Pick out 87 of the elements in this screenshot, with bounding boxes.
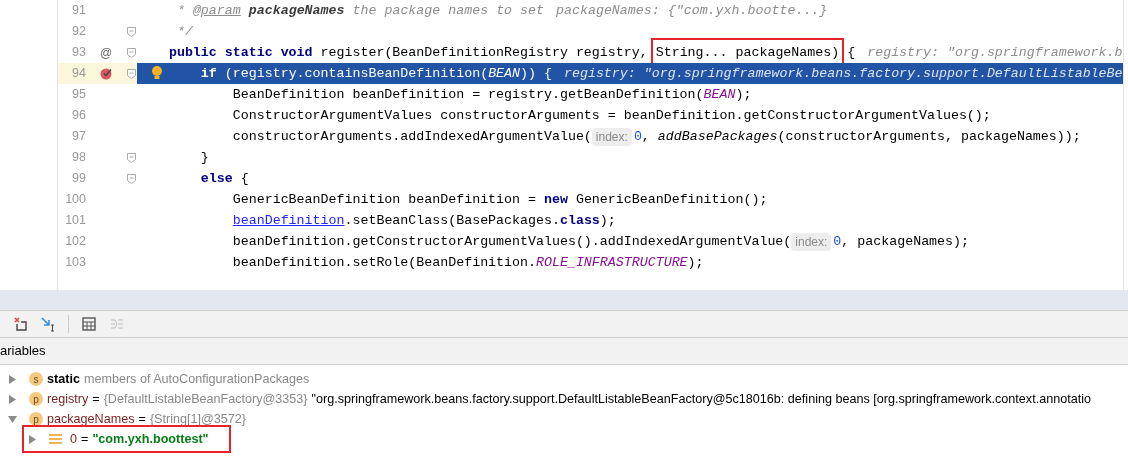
line-number: 93 xyxy=(71,44,86,62)
line-number: 103 xyxy=(64,254,86,272)
expanded-arrow-icon[interactable] xyxy=(8,414,17,424)
collapsed-arrow-icon[interactable] xyxy=(8,374,17,384)
variable-type-icon: p xyxy=(29,392,43,406)
variable-type: {String[1]@3572} xyxy=(149,410,246,428)
line-number: 102 xyxy=(64,233,86,251)
variable-type: {DefaultListableBeanFactory@3353} xyxy=(103,390,308,408)
code-token: beanDefinition.getConstructorArgumentValues().addIndexedArgumentValue( xyxy=(232,232,792,251)
code-token: else xyxy=(200,169,233,188)
variable-type-icon: s xyxy=(29,372,43,386)
code-token: } xyxy=(200,148,209,167)
code-token: packageNames xyxy=(248,1,345,20)
line-number: 98 xyxy=(71,149,86,167)
code-token: )) { xyxy=(520,64,552,83)
code-token: .setBeanClass(BasePackages. xyxy=(344,211,560,230)
variable-value: "org.springframework.beans.factory.support.DefaultListableBeanFactory@5c18016b: defining beans [org.springframework.context.annotatio xyxy=(311,390,1091,408)
override-marker[interactable]: @ xyxy=(99,43,113,62)
variable-name: registry xyxy=(47,390,89,408)
equals-sign: = xyxy=(92,390,100,408)
code-token: ROLE_INFRASTRUCTURE xyxy=(536,253,688,272)
code-token: ); xyxy=(687,253,704,272)
inline-debug-value: registry: "org.springframework.b xyxy=(867,43,1123,62)
line-number: 99 xyxy=(71,170,86,188)
code-token: BEAN xyxy=(488,64,521,83)
line-number: 100 xyxy=(64,191,86,209)
code-token: constructorArguments.addIndexedArgumentValue( xyxy=(232,127,592,146)
code-token: { xyxy=(847,43,856,62)
fold-icon[interactable] xyxy=(127,47,136,58)
code-token: if xyxy=(200,64,217,83)
line-number: 94 xyxy=(71,65,86,83)
line-number: 97 xyxy=(71,128,86,146)
line-number: 101 xyxy=(64,212,86,230)
variable-type-icon: p xyxy=(29,412,43,426)
calculator-icon[interactable] xyxy=(81,316,97,332)
inline-debug-value: packageNames: {"com.yxh.bootte...} xyxy=(556,1,828,20)
fold-icon[interactable] xyxy=(127,26,136,37)
line-number: 96 xyxy=(71,107,86,125)
collapsed-arrow-icon[interactable] xyxy=(8,394,17,404)
code-token: addBasePackages xyxy=(657,127,778,146)
code-token: BEAN xyxy=(703,85,736,104)
line-number: 91 xyxy=(71,2,86,20)
code-token: new xyxy=(543,190,568,209)
variable-name: static xyxy=(47,370,80,388)
code-token: , xyxy=(641,127,651,146)
bulb-icon[interactable] xyxy=(151,65,163,80)
panel-title: ariables xyxy=(0,342,46,361)
parameter-hint: index: xyxy=(791,232,832,251)
code-token: the package names to set xyxy=(352,1,544,20)
code-token: @param xyxy=(192,1,241,20)
step-arrow-icon[interactable] xyxy=(40,316,56,332)
code-token: */ xyxy=(176,22,193,41)
restore-frame-icon[interactable] xyxy=(12,316,28,332)
array-element-icon xyxy=(49,433,62,445)
code-token: { xyxy=(240,169,249,188)
code-token: BeanDefinition beanDefinition = registry.getBeanDefinition( xyxy=(232,85,704,104)
variable-name: 0 xyxy=(70,430,77,448)
variable-value: "com.yxh.boottest" xyxy=(92,430,209,448)
code-link[interactable]: beanDefinition xyxy=(232,210,345,231)
variable-name: packageNames xyxy=(47,410,135,428)
code-token: ); xyxy=(735,85,752,104)
code-token: ); xyxy=(599,211,616,230)
code-token: register(BeanDefinitionRegistry registry, xyxy=(320,43,649,62)
code-token: ConstructorArgumentValues constructorArguments = beanDefinition.getConstructorArgumentValues(); xyxy=(232,106,991,125)
code-token: 0 xyxy=(633,127,642,146)
line-number: 95 xyxy=(71,86,86,104)
code-token: GenericBeanDefinition beanDefinition = xyxy=(232,190,537,209)
code-token: , packageNames); xyxy=(841,232,969,251)
equals-sign: = xyxy=(81,430,89,448)
fold-icon[interactable] xyxy=(127,152,136,163)
code-token: GenericBeanDefinition(); xyxy=(575,190,768,209)
equals-sign: = xyxy=(138,410,146,428)
parameter-hint: index: xyxy=(591,127,632,146)
fold-icon[interactable] xyxy=(127,68,136,79)
fold-icon[interactable] xyxy=(127,173,136,184)
code-token: class xyxy=(559,211,600,230)
code-token: public static void xyxy=(168,43,313,62)
variable-type: members of AutoConfigurationPackages xyxy=(83,370,310,388)
code-token: * xyxy=(176,1,186,20)
code-token: (registry.containsBeanDefinition( xyxy=(224,64,489,83)
code-token: beanDefinition.setRole(BeanDefinition. xyxy=(232,253,536,272)
breakpoint-icon[interactable] xyxy=(99,67,113,80)
code-token: (constructorArguments, packageNames)); xyxy=(777,127,1081,146)
line-number: 92 xyxy=(71,23,86,41)
code-token: 0 xyxy=(833,232,842,251)
collapsed-arrow-icon[interactable] xyxy=(28,434,37,444)
inline-debug-value: registry: "org.springframework.beans.factory.support.DefaultListableBe xyxy=(563,64,1123,83)
